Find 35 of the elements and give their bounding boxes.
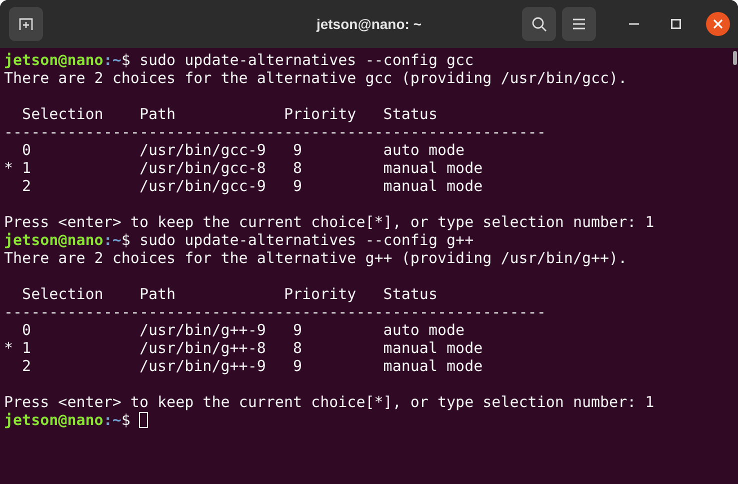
output-line: There are 2 choices for the alternative g++ (providing /usr/bin/g++). — [4, 249, 628, 267]
minimize-icon — [629, 23, 639, 25]
output-line: Selection Path Priority Status — [21, 105, 438, 123]
output-line: 0 /usr/bin/g++-9 9 auto mode — [21, 321, 465, 339]
prompt-path: :~ — [103, 51, 122, 69]
output-line: Press <enter> to keep the current choice[*], or type selection number: 1 — [4, 393, 654, 411]
output-line: Selection Path Priority Status — [21, 285, 438, 303]
prompt-path: :~ — [103, 231, 122, 249]
prompt-user-host: jetson@nano — [4, 411, 104, 429]
output-line: 0 /usr/bin/gcc-9 9 auto mode — [21, 141, 465, 159]
search-icon — [531, 16, 547, 32]
output-line: 2 /usr/bin/gcc-9 9 manual mode — [21, 177, 483, 195]
search-button[interactable] — [522, 7, 556, 41]
prompt-user-host: jetson@nano — [4, 51, 104, 69]
menu-icon — [572, 18, 586, 30]
close-button[interactable] — [706, 12, 730, 36]
new-tab-icon — [18, 16, 34, 32]
output-line: ------------------------------------------------------------ — [4, 123, 546, 141]
output-line: ------------------------------------------------------------ — [4, 303, 546, 321]
new-tab-button[interactable] — [9, 7, 43, 41]
command-text: $ sudo update-alternatives --config g++ — [121, 231, 474, 249]
output-line: 2 /usr/bin/g++-9 9 manual mode — [21, 357, 483, 375]
output-line: Press <enter> to keep the current choice[*], or type selection number: 1 — [4, 213, 654, 231]
window-title: jetson@nano: ~ — [316, 16, 422, 32]
scrollbar[interactable] — [733, 51, 737, 65]
prompt-path: :~ — [103, 411, 122, 429]
output-line: There are 2 choices for the alternative gcc (providing /usr/bin/gcc). — [4, 69, 628, 87]
prompt-user-host: jetson@nano — [4, 231, 104, 249]
output-line: * 1 /usr/bin/g++-8 8 manual mode — [4, 339, 483, 357]
output-line: * 1 /usr/bin/gcc-8 8 manual mode — [4, 159, 483, 177]
menu-button[interactable] — [562, 7, 596, 41]
maximize-icon — [671, 19, 681, 29]
command-text: $ sudo update-alternatives --config gcc — [121, 51, 474, 69]
close-icon — [713, 19, 723, 29]
command-text: $ — [121, 411, 130, 429]
